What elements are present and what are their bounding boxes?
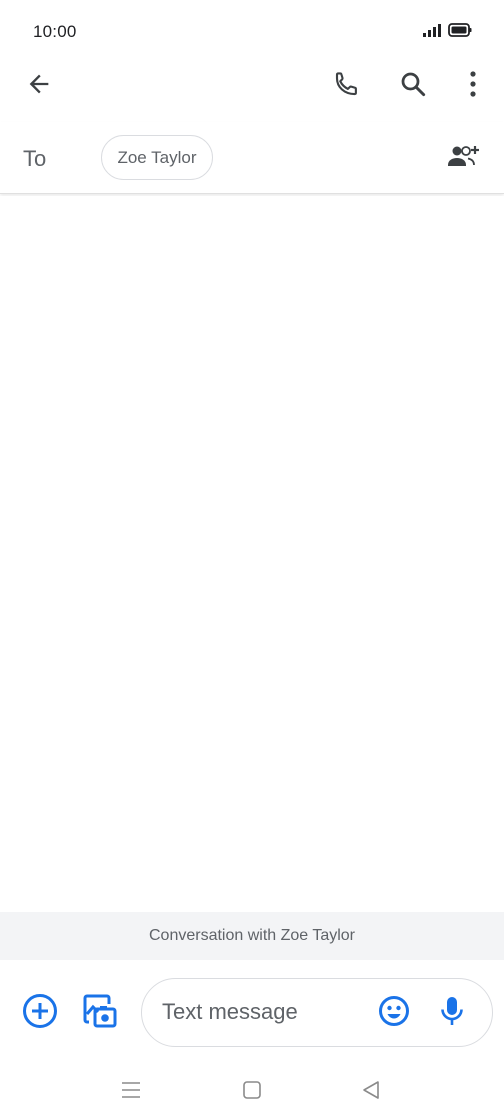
- status-bar: 10:00: [0, 0, 504, 64]
- back-triangle-icon: [361, 1080, 381, 1105]
- system-nav-bar: [0, 1064, 504, 1120]
- mic-icon: [439, 995, 465, 1032]
- home-square-icon: [242, 1080, 262, 1105]
- emoji-button[interactable]: [370, 989, 418, 1037]
- to-label: To: [23, 146, 47, 171]
- attach-button[interactable]: [16, 989, 64, 1037]
- back-button[interactable]: [15, 62, 63, 110]
- more-vert-icon: [469, 70, 477, 103]
- menu-lines-icon: [121, 1081, 141, 1104]
- status-icons: [422, 22, 472, 42]
- phone-icon: [332, 69, 362, 104]
- gallery-camera-icon: [81, 992, 119, 1035]
- conversation-banner: Conversation with Zoe Taylor: [0, 912, 504, 960]
- compose-box: [141, 978, 493, 1047]
- status-time: 10:00: [33, 22, 77, 41]
- nav-back-button[interactable]: [351, 1072, 391, 1112]
- message-list[interactable]: [0, 196, 504, 912]
- compose-row: [0, 960, 504, 1064]
- emoji-icon: [378, 995, 410, 1032]
- search-icon: [398, 69, 428, 104]
- app-bar: [0, 56, 504, 116]
- add-recipient-button[interactable]: [440, 134, 488, 182]
- battery-icon: [448, 22, 472, 42]
- more-options-button[interactable]: [449, 62, 497, 110]
- message-input[interactable]: [162, 979, 362, 1045]
- add-circle-icon: [22, 993, 58, 1034]
- nav-recents-button[interactable]: [111, 1072, 151, 1112]
- search-button[interactable]: [389, 62, 437, 110]
- voice-input-button[interactable]: [428, 989, 476, 1037]
- recipient-row: To Zoe Taylor: [0, 122, 504, 194]
- call-button[interactable]: [323, 62, 371, 110]
- add-person-icon: [447, 143, 481, 174]
- nav-home-button[interactable]: [232, 1072, 272, 1112]
- signal-icon: [422, 23, 442, 42]
- gallery-camera-button[interactable]: [76, 989, 124, 1037]
- recipient-chip[interactable]: Zoe Taylor: [101, 135, 213, 180]
- arrow-back-icon: [25, 70, 53, 103]
